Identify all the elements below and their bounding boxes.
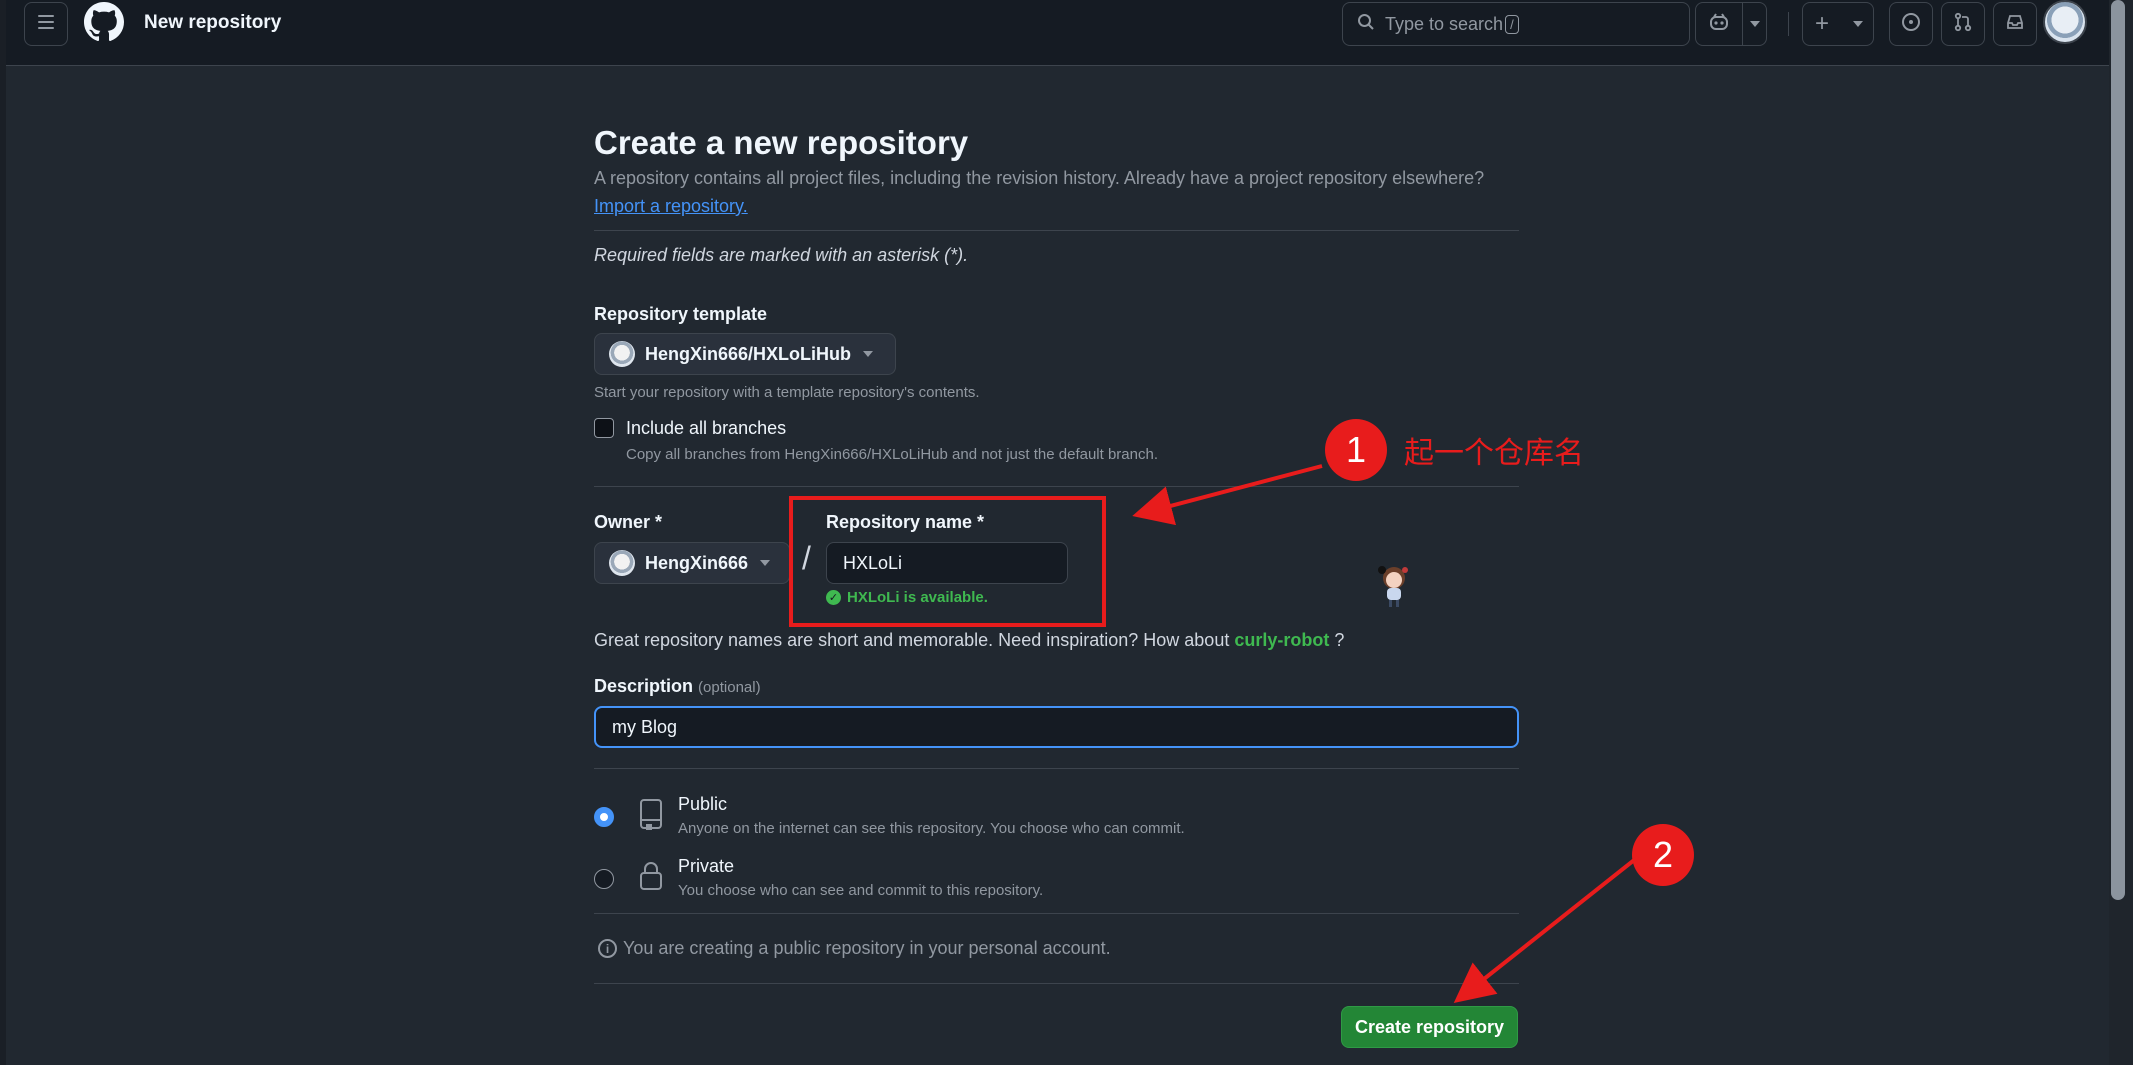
repo-icon <box>638 798 664 837</box>
owner-label: Owner * <box>594 512 663 532</box>
include-branches-label[interactable]: Include all branches <box>626 418 786 439</box>
header-divider <box>1788 12 1789 36</box>
private-title[interactable]: Private <box>678 856 734 877</box>
page: New repository Type to search / + Create… <box>0 0 2133 1065</box>
step-2-arrow <box>1453 855 1640 1003</box>
section-divider <box>594 230 1519 231</box>
inbox-button[interactable] <box>1993 2 2037 46</box>
create-repository-button[interactable]: Create repository <box>1341 1006 1518 1048</box>
info-icon: i <box>598 939 617 958</box>
user-avatar[interactable] <box>2043 0 2087 44</box>
github-logo-icon[interactable] <box>84 2 124 47</box>
section-divider <box>594 913 1519 914</box>
scrollbar-thumb[interactable] <box>2111 0 2125 900</box>
step-1-marker: 1 <box>1325 419 1387 481</box>
search-icon <box>1357 13 1375 36</box>
template-avatar <box>609 341 635 367</box>
section-divider <box>594 983 1519 984</box>
required-fields-note: Required fields are marked with an aster… <box>594 245 969 265</box>
hamburger-icon <box>36 13 56 36</box>
description-input[interactable]: my Blog <box>594 706 1519 748</box>
create-new-button[interactable]: + <box>1802 2 1874 46</box>
chevron-down-icon <box>1853 21 1863 27</box>
template-help: Start your repository with a template re… <box>594 384 980 401</box>
template-value: HengXin666/HXLoLiHub <box>645 343 852 364</box>
split-divider <box>1742 3 1743 45</box>
suggestion-prefix: Great repository names are short and mem… <box>594 630 1230 650</box>
info-message: i You are creating a public repository i… <box>598 938 1111 959</box>
copilot-button[interactable] <box>1695 2 1767 46</box>
search-input[interactable]: Type to search / <box>1342 2 1690 46</box>
template-select[interactable]: HengXin666/HXLoLiHub <box>594 333 896 375</box>
template-label: Repository template <box>594 304 768 324</box>
page-title[interactable]: New repository <box>144 12 281 34</box>
chevron-down-icon <box>863 351 874 357</box>
private-radio[interactable] <box>594 869 614 889</box>
chevron-down-icon <box>1750 21 1760 27</box>
private-description: You choose who can see and commit to thi… <box>678 882 1044 899</box>
include-branches-help: Copy all branches from HengXin666/HXLoLi… <box>626 446 1158 463</box>
include-branches-checkbox[interactable] <box>594 418 614 438</box>
owner-value: HengXin666 <box>645 552 749 573</box>
pull-requests-button[interactable] <box>1941 2 1985 46</box>
owner-avatar <box>609 550 635 576</box>
issues-button[interactable] <box>1889 2 1933 46</box>
search-placeholder: Type to search <box>1385 13 1504 34</box>
step-2-marker: 2 <box>1632 824 1694 886</box>
repo-name-highlight-box <box>789 496 1106 627</box>
search-shortcut-key: / <box>1505 14 1519 34</box>
name-suggestion-text: Great repository names are short and mem… <box>594 630 1344 651</box>
issue-opened-icon <box>1901 12 1921 37</box>
lock-icon <box>638 860 664 897</box>
inbox-icon <box>2005 12 2025 37</box>
suggestion-suffix: ? <box>1334 630 1345 650</box>
step-1-note: 起一个仓库名 <box>1404 436 1584 471</box>
section-divider <box>594 768 1519 769</box>
owner-select[interactable]: HengXin666 <box>594 542 790 584</box>
chevron-down-icon <box>760 560 771 566</box>
description-label: Description (optional) <box>594 676 761 697</box>
menu-button[interactable] <box>24 2 68 46</box>
info-text: You are creating a public repository in … <box>623 938 1111 958</box>
anime-sticker-icon <box>1374 562 1412 608</box>
public-description: Anyone on the internet can see this repo… <box>678 820 1185 837</box>
copilot-icon <box>1708 12 1730 37</box>
description-value: my Blog <box>612 716 678 737</box>
step-1-arrow <box>1132 464 1323 526</box>
description-label-text: Description <box>594 676 694 696</box>
import-repository-link[interactable]: Import a repository. <box>594 196 748 217</box>
form-heading: Create a new repository <box>594 124 969 161</box>
suggested-name-link[interactable]: curly-robot <box>1234 630 1329 650</box>
git-pull-request-icon <box>1953 12 1973 37</box>
public-radio[interactable] <box>594 807 614 827</box>
top-header: New repository Type to search / + <box>6 0 2109 66</box>
public-title[interactable]: Public <box>678 794 727 815</box>
optional-tag: (optional) <box>698 679 761 696</box>
form-subtitle: A repository contains all project files,… <box>594 168 1485 188</box>
window-edge <box>0 0 6 1065</box>
section-divider <box>594 486 1519 487</box>
plus-icon: + <box>1815 10 1830 37</box>
